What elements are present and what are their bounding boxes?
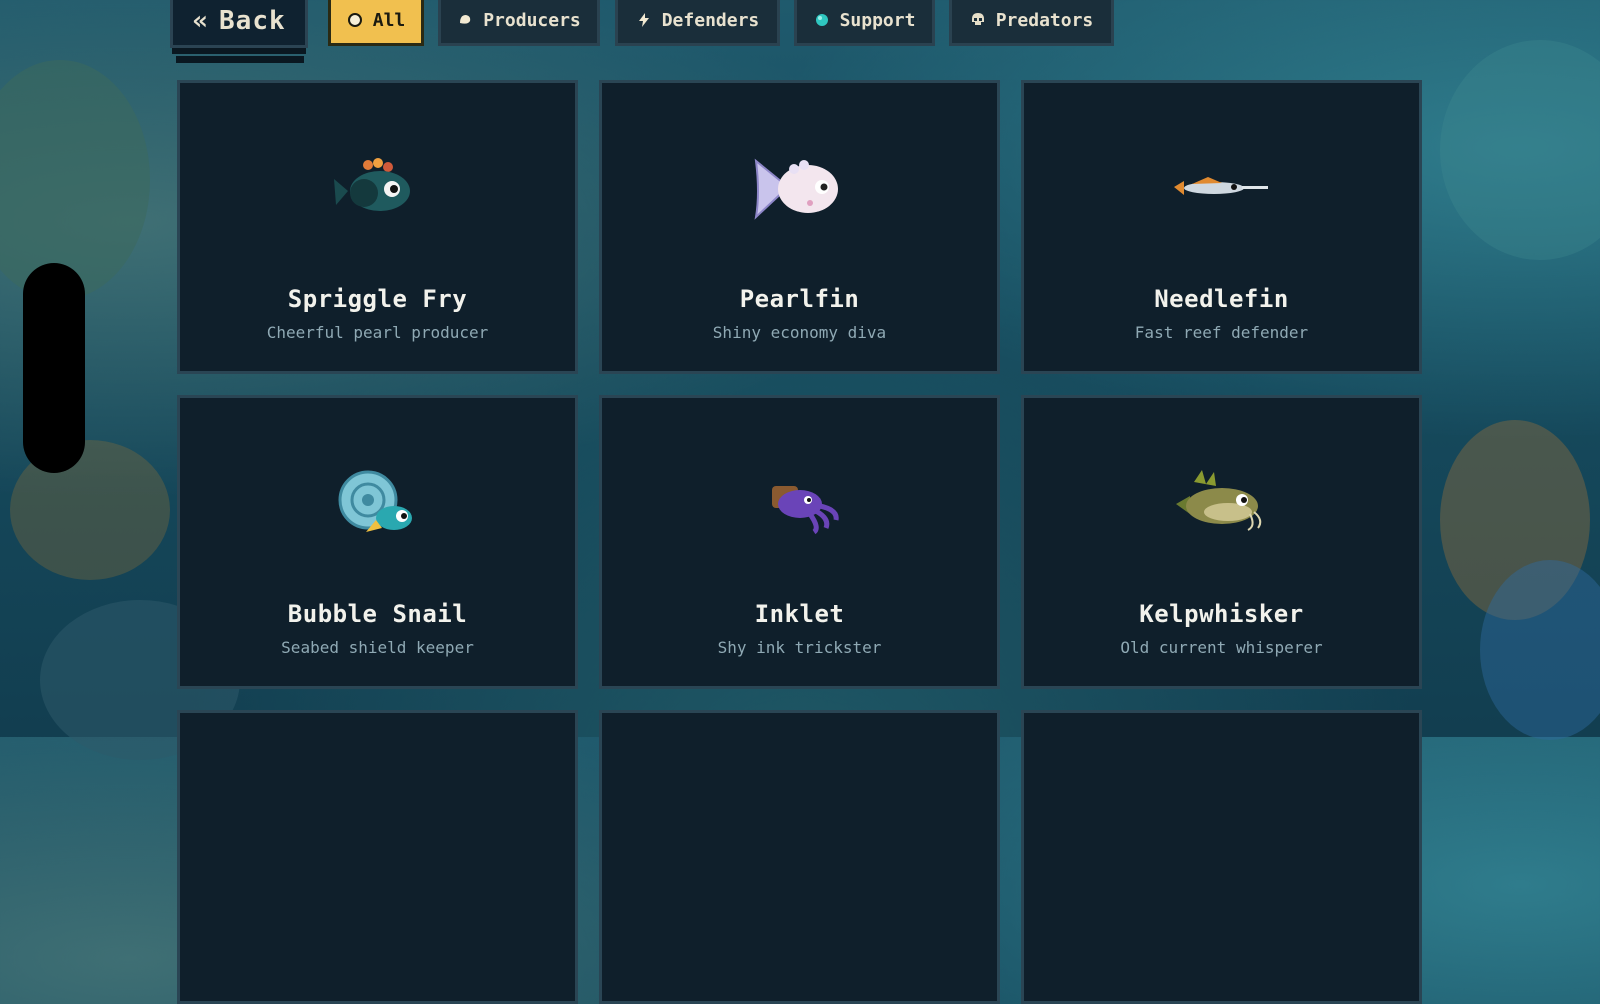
creature-card[interactable] <box>599 710 1000 1004</box>
creature-name: Spriggle Fry <box>287 285 468 313</box>
back-button-shadow <box>176 56 304 63</box>
creature-description: Shy ink trickster <box>717 638 882 657</box>
creature-card[interactable] <box>177 710 578 1004</box>
creature-description: Seabed shield keeper <box>281 638 474 657</box>
filter-label-producers: Producers <box>483 9 581 31</box>
creature-description: Cheerful pearl producer <box>266 323 489 342</box>
back-button[interactable]: « Back <box>170 0 308 48</box>
catfish-sprite <box>1175 470 1261 531</box>
filter-tab-support[interactable]: Support <box>794 0 935 46</box>
creature-card[interactable]: Bubble Snail Seabed shield keeper <box>177 395 578 689</box>
coral-background-decor <box>1440 40 1600 260</box>
creature-card[interactable]: Inklet Shy ink trickster <box>599 395 1000 689</box>
creature-card[interactable]: Needlefin Fast reef defender <box>1021 80 1422 374</box>
spiky-fish-sprite <box>333 158 410 211</box>
filter-tab-predators[interactable]: Predators <box>949 0 1114 46</box>
coral-background-decor <box>0 60 150 300</box>
squid-sprite <box>771 486 839 535</box>
filter-tab-producers[interactable]: Producers <box>438 0 600 46</box>
back-button-label: Back <box>219 6 286 36</box>
creature-name: Inklet <box>754 600 845 628</box>
pearl-shell-icon <box>460 15 471 24</box>
creature-name: Kelpwhisker <box>1139 600 1304 628</box>
pearl-fish-sprite <box>754 158 838 220</box>
creature-description: Fast reef defender <box>1134 323 1309 342</box>
snail-fish-sprite <box>338 470 412 532</box>
scroll-handle[interactable] <box>23 263 85 473</box>
filter-tab-defenders[interactable]: Defenders <box>615 0 780 46</box>
shell-icon <box>347 13 362 27</box>
creature-card[interactable] <box>1021 710 1422 1004</box>
bubble-icon <box>815 14 828 26</box>
filter-tab-all[interactable]: All <box>328 0 424 46</box>
creature-card[interactable]: Pearlfin Shiny economy diva <box>599 80 1000 374</box>
creature-name: Bubble Snail <box>287 600 468 628</box>
needle-fish-sprite <box>1173 177 1268 195</box>
filter-label-defenders: Defenders <box>661 9 760 31</box>
creature-name: Needlefin <box>1154 285 1289 313</box>
skull-icon <box>971 13 984 25</box>
filter-label-all: All <box>372 9 406 31</box>
lightning-icon <box>638 13 649 27</box>
creature-card[interactable]: Kelpwhisker Old current whisperer <box>1021 395 1422 689</box>
creature-card[interactable]: Spriggle Fry Cheerful pearl producer <box>177 80 578 374</box>
creature-description: Old current whisperer <box>1120 638 1323 657</box>
filter-label-predators: Predators <box>995 9 1094 31</box>
creature-description: Shiny economy diva <box>712 323 887 342</box>
creature-name: Pearlfin <box>739 285 860 313</box>
filter-label-support: Support <box>839 9 916 31</box>
double-chevron-left-icon: « <box>192 6 210 36</box>
